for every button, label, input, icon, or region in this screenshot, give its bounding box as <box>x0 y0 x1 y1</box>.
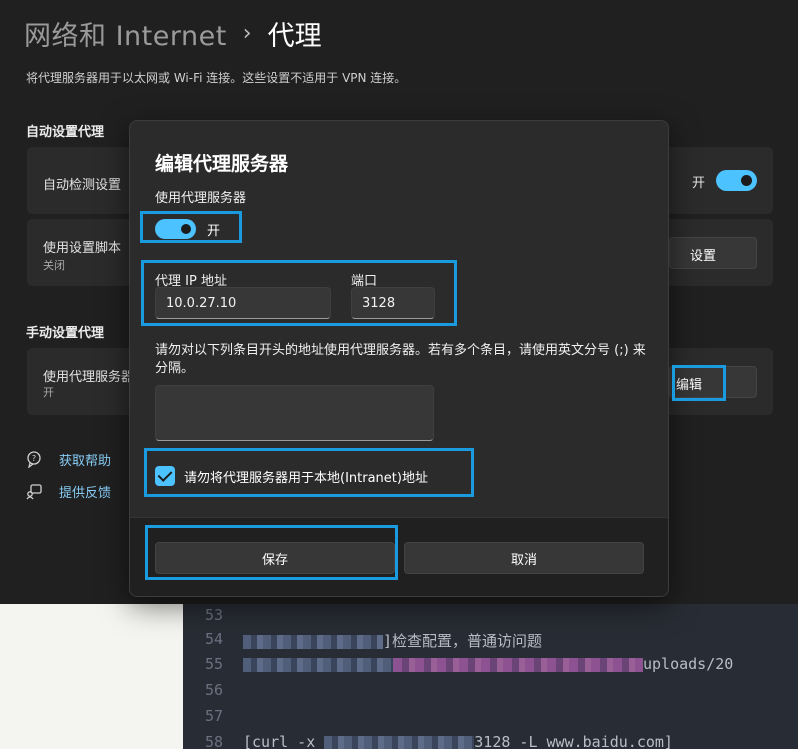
proxy-ip-input[interactable] <box>155 287 331 319</box>
line-number: 54 <box>204 630 223 648</box>
redacted-text <box>324 735 475 749</box>
bypass-local-row[interactable]: 请勿将代理服务器用于本地(Intranet)地址 <box>155 466 428 486</box>
svg-text:?: ? <box>32 454 36 463</box>
editor-line: 58 [curl -x 3128 -L www.baidu.com] <box>183 733 798 749</box>
editor-line: 53 <box>183 606 798 630</box>
use-proxy-toggle-state: 开 <box>207 224 221 239</box>
bypass-local-checkbox[interactable] <box>155 466 175 486</box>
setup-script-state: 关闭 <box>43 259 65 272</box>
editor-line: 57 <box>183 707 798 731</box>
bypass-local-label: 请勿将代理服务器用于本地(Intranet)地址 <box>184 470 428 486</box>
use-proxy-label: 使用代理服务器 <box>155 191 247 206</box>
auto-detect-state: 开 <box>691 176 705 191</box>
save-button[interactable]: 保存 <box>155 542 395 574</box>
setup-script-label: 使用设置脚本 <box>43 241 122 256</box>
use-proxy-label: 使用代理服务器 <box>43 370 135 385</box>
cancel-button[interactable]: 取消 <box>404 542 644 574</box>
auto-proxy-section-title: 自动设置代理 <box>26 125 105 140</box>
get-help-link[interactable]: ? 获取帮助 <box>26 450 111 469</box>
line-code-text: 3128 -L www.baidu.com] <box>474 733 673 749</box>
use-proxy-state: 开 <box>43 386 54 399</box>
use-proxy-toggle[interactable] <box>155 219 196 239</box>
breadcrumb: 网络和 Internet › 代理 <box>24 14 322 53</box>
port-input[interactable] <box>351 287 435 319</box>
code-editor[interactable]: 53 54 ]检查配置，普通访问题 55 uploads/20 56 57 58… <box>183 604 798 749</box>
edit-proxy-button[interactable]: 编辑 <box>669 366 757 398</box>
setup-script-button[interactable]: 设置 <box>669 237 757 269</box>
redacted-link <box>393 657 643 672</box>
line-code-text: [curl -x <box>243 733 325 749</box>
breadcrumb-parent[interactable]: 网络和 Internet <box>24 14 227 53</box>
redacted-text <box>243 634 383 649</box>
line-number: 57 <box>204 707 223 725</box>
line-number: 55 <box>204 655 223 673</box>
auto-detect-label: 自动检测设置 <box>43 178 122 193</box>
dialog-title: 编辑代理服务器 <box>155 153 289 175</box>
page-description: 将代理服务器用于以太网或 Wi-Fi 连接。这些设置不适用于 VPN 连接。 <box>26 71 407 85</box>
give-feedback-label: 提供反馈 <box>59 486 112 501</box>
breadcrumb-separator-icon: › <box>242 21 252 46</box>
give-feedback-link[interactable]: 提供反馈 <box>26 482 111 501</box>
dialog-footer: 保存 取消 <box>130 517 668 596</box>
redacted-text <box>243 657 393 672</box>
feedback-icon <box>26 483 43 500</box>
line-code: ]检查配置，普通访问题 <box>243 630 542 651</box>
line-number: 53 <box>204 606 223 624</box>
edit-proxy-dialog: 编辑代理服务器 使用代理服务器 开 代理 IP 地址 端口 请勿对以下列条目开头… <box>129 120 669 597</box>
manual-proxy-section-title: 手动设置代理 <box>26 326 105 341</box>
auto-detect-toggle[interactable] <box>716 170 757 191</box>
page-title: 代理 <box>267 21 322 52</box>
editor-line: 56 <box>183 681 798 705</box>
line-number: 58 <box>204 733 223 749</box>
line-code-text: ]检查配置，普通访问题 <box>383 632 543 650</box>
help-chat-icon: ? <box>26 451 43 469</box>
editor-sidebar-panel <box>0 604 183 749</box>
editor-line: 54 ]检查配置，普通访问题 <box>183 630 798 654</box>
exceptions-hint: 请勿对以下列条目开头的地址使用代理服务器。若有多个条目，请使用英文分号 (;) … <box>155 343 646 376</box>
get-help-label: 获取帮助 <box>59 454 112 469</box>
line-code-text: uploads/20 <box>643 655 734 673</box>
exceptions-textarea[interactable] <box>155 385 434 441</box>
line-number: 56 <box>204 681 223 699</box>
editor-line: 55 uploads/20 <box>183 655 798 679</box>
line-code: [curl -x 3128 -L www.baidu.com] <box>243 733 673 749</box>
line-code: uploads/20 <box>243 655 733 673</box>
